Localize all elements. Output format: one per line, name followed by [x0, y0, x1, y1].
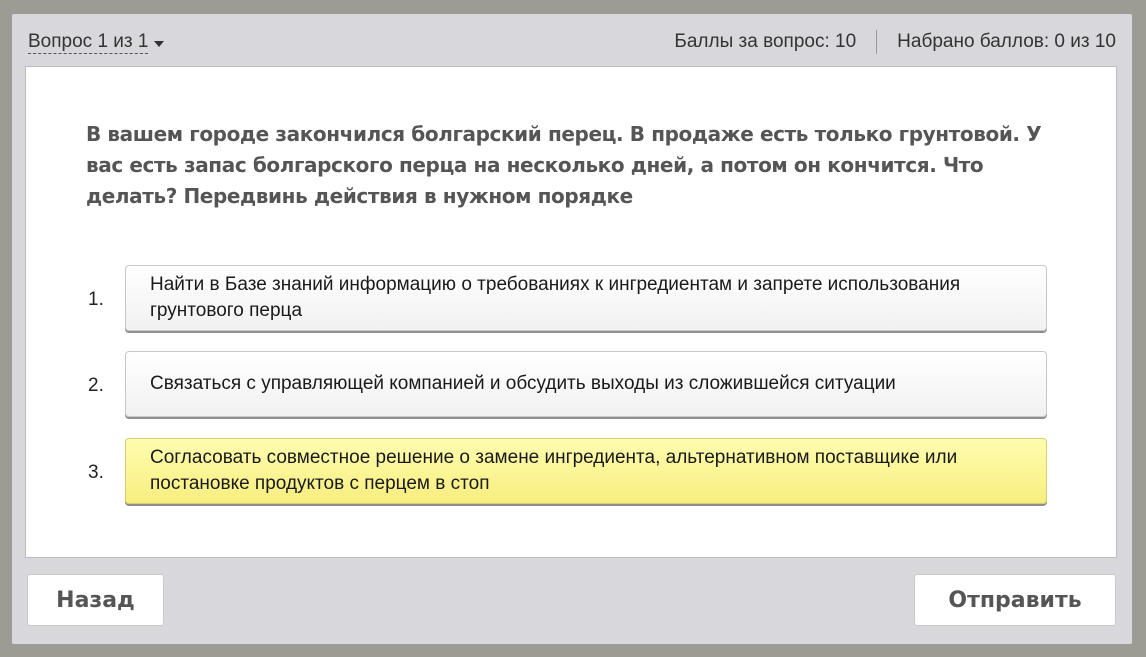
answer-number: 2.: [88, 375, 104, 396]
back-button[interactable]: Назад: [27, 574, 164, 626]
question-nav-dropdown[interactable]: Вопрос 1 из 1: [28, 31, 165, 54]
question-card: В вашем городе закончился болгарский пер…: [25, 66, 1117, 558]
answer-number: 3.: [88, 462, 104, 483]
question-nav-label: Вопрос 1 из 1: [28, 31, 149, 54]
answer-row: 2. Связаться с управляющей компанией и о…: [26, 351, 1116, 421]
question-text: В вашем городе закончился болгарский пер…: [86, 122, 1042, 208]
answer-row: 3. Согласовать совместное решение о заме…: [26, 438, 1116, 508]
answer-number: 1.: [88, 289, 104, 310]
answer-row: 1. Найти в Базе знаний информацию о треб…: [26, 265, 1116, 335]
draggable-answer-item[interactable]: Связаться с управляющей компанией и обсу…: [125, 351, 1047, 417]
points-per-question: Баллы за вопрос: 10: [674, 31, 857, 52]
submit-button[interactable]: Отправить: [914, 574, 1116, 626]
score-divider: [876, 30, 878, 54]
draggable-answer-item-highlighted[interactable]: Согласовать совместное решение о замене …: [125, 438, 1047, 504]
score-area: Баллы за вопрос: 10 Набрано баллов: 0 из…: [674, 30, 1116, 54]
quiz-frame: Вопрос 1 из 1 Баллы за вопрос: 10 Набран…: [12, 14, 1132, 644]
quiz-header: Вопрос 1 из 1 Баллы за вопрос: 10 Набран…: [12, 14, 1132, 66]
points-earned: Набрано баллов: 0 из 10: [897, 31, 1116, 52]
chevron-down-icon: [154, 40, 165, 47]
draggable-answer-item[interactable]: Найти в Базе знаний информацию о требова…: [125, 265, 1047, 331]
